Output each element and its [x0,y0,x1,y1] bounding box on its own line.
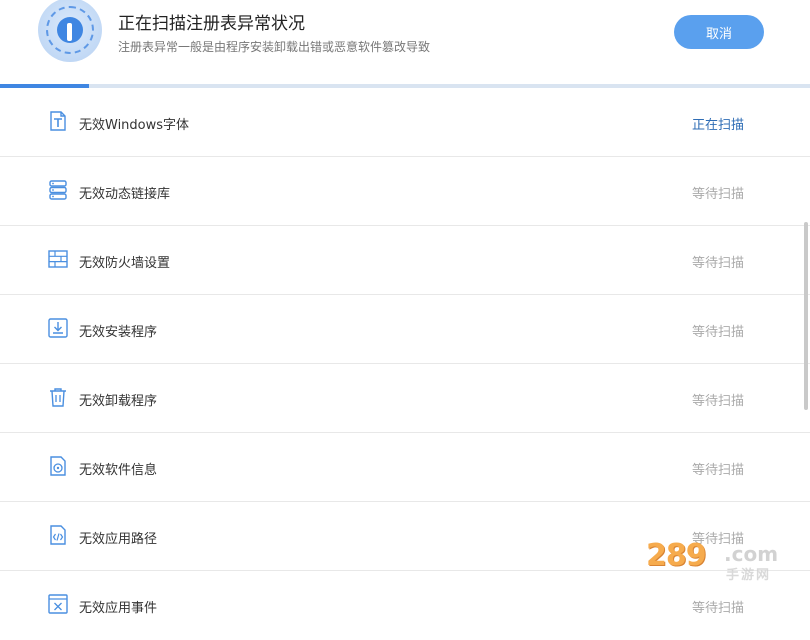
item-label: 无效安装程序 [79,325,158,340]
trash-icon [50,388,66,407]
item-label: 无效软件信息 [79,463,158,478]
event-window-icon [48,594,68,614]
item-status: 等待扫描 [692,463,745,478]
server-stack-icon [49,180,67,200]
item-status: 等待扫描 [692,532,745,547]
page-title: 正在扫描注册表异常状况 [118,14,305,34]
item-status: 等待扫描 [692,325,745,340]
list-item: 无效防火墙设置 等待扫描 [0,226,810,295]
item-status: 等待扫描 [692,601,745,616]
item-label: 无效动态链接库 [79,187,171,202]
item-label: 无效卸载程序 [79,394,158,409]
list-item: 无效软件信息 等待扫描 [0,433,810,502]
page-subtitle: 注册表异常一般是由程序安装卸载出错或恶意软件篡改导致 [118,40,431,54]
disc-file-icon [50,456,66,476]
list-item: 无效应用事件 等待扫描 [0,571,810,640]
scan-item-list: 无效Windows字体 正在扫描 无效动态链接库 等待扫描 无效防火墙设置 等待… [0,88,810,640]
list-item: 无效安装程序 等待扫描 [0,295,810,364]
scan-header: 正在扫描注册表异常状况 注册表异常一般是由程序安装卸载出错或恶意软件篡改导致 取… [0,0,810,84]
item-label: 无效应用事件 [79,601,158,616]
item-status: 等待扫描 [692,394,745,409]
scan-logo-icon [38,0,102,62]
item-status: 正在扫描 [692,118,745,133]
firewall-brick-icon [48,250,68,268]
item-label: 无效应用路径 [79,532,158,547]
list-item: 无效Windows字体 正在扫描 [0,88,810,157]
item-label: 无效防火墙设置 [79,256,171,271]
code-file-icon [50,525,66,545]
item-label: 无效Windows字体 [79,118,190,133]
font-file-icon [50,111,66,131]
item-status: 等待扫描 [692,256,745,271]
list-item: 无效动态链接库 等待扫描 [0,157,810,226]
list-scrollbar[interactable] [804,222,808,410]
download-install-icon [48,318,68,338]
item-status: 等待扫描 [692,187,745,202]
cancel-button[interactable]: 取消 [674,15,764,49]
list-item: 无效卸载程序 等待扫描 [0,364,810,433]
list-item: 无效应用路径 等待扫描 [0,502,810,571]
